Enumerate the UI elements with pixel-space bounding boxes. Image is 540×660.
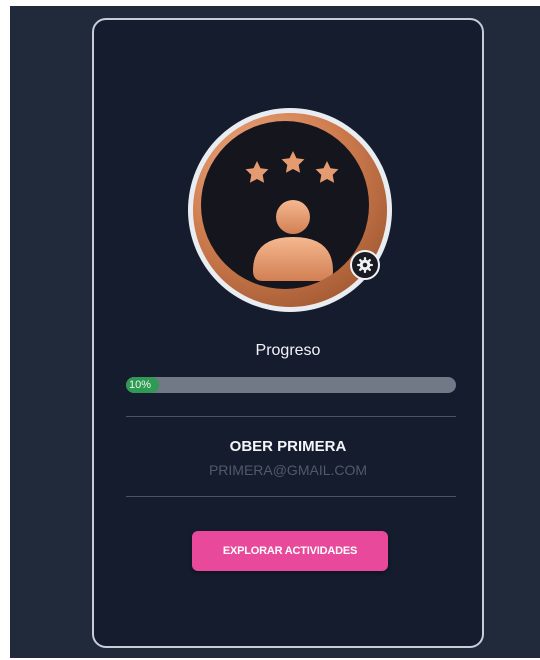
star-icon xyxy=(281,151,305,173)
user-email: PRIMERA@GMAIL.COM xyxy=(208,462,368,478)
star-icon xyxy=(315,161,339,183)
profile-card: Progreso 10% OBER PRIMERA PRIMERA@GMAIL.… xyxy=(92,18,484,648)
settings-button[interactable] xyxy=(350,250,380,280)
divider xyxy=(126,496,456,497)
progress-title: Progreso xyxy=(255,342,321,359)
progress-percent: 10% xyxy=(129,379,152,391)
user-name: OBER PRIMERA xyxy=(229,438,347,455)
avatar xyxy=(188,108,392,312)
user-icon xyxy=(245,151,339,281)
explore-activities-button[interactable]: EXPLORAR ACTIVIDADES xyxy=(192,531,388,571)
progress-bar: 10% xyxy=(126,377,456,393)
divider xyxy=(126,416,456,417)
gear-icon xyxy=(357,257,373,273)
avatar-inner xyxy=(201,121,369,289)
star-icon xyxy=(245,161,269,183)
